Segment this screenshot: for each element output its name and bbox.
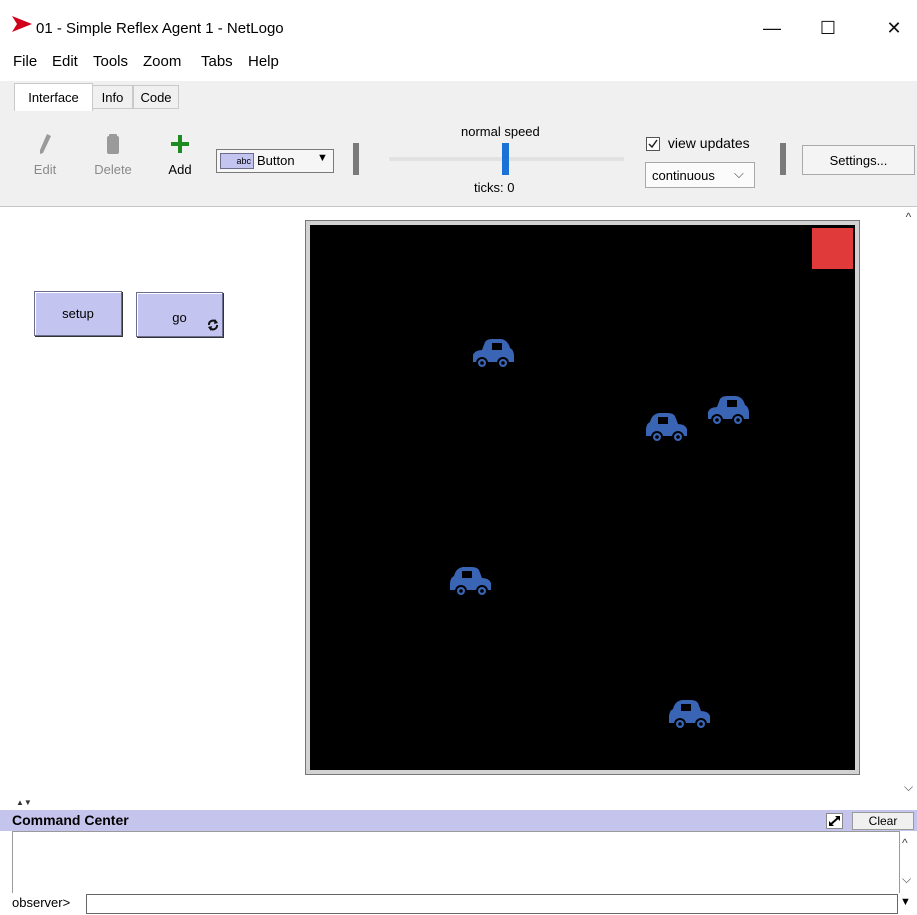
minimize-icon: — [763,17,781,38]
chevron-down-icon: ⌵ [734,166,744,181]
car-turtle [669,700,710,730]
clear-button[interactable]: Clear [852,812,914,830]
tab-code[interactable]: Code [133,85,179,109]
add-tool-button[interactable]: Add [160,133,200,177]
command-center-header [0,810,917,831]
speed-label: normal speed [461,124,540,139]
delete-label: Delete [94,162,132,177]
red-patch [812,228,853,269]
plus-icon [171,135,189,153]
chevron-down-icon: ▼ [317,152,328,164]
add-label: Add [168,162,192,177]
speed-slider-thumb[interactable] [502,143,509,175]
world-view[interactable] [310,225,855,770]
menu-edit[interactable]: Edit [52,53,78,70]
scroll-up-icon[interactable]: ^ [900,210,917,228]
split-arrows-icon[interactable]: ▲▼ [16,798,32,807]
observer-prompt[interactable]: observer> [12,895,70,910]
trash-icon [107,134,119,154]
netlogo-logo-icon [12,16,32,32]
command-center-title: Command Center [12,812,129,828]
go-label: go [172,310,187,325]
menu-help[interactable]: Help [248,53,279,70]
split-pane-divider[interactable]: ▲▼ [0,798,917,810]
checkbox-checked-icon[interactable] [646,137,660,152]
close-icon: ✕ [886,17,902,38]
scroll-up-icon[interactable]: ^ [902,836,908,850]
car-turtle [450,567,491,597]
view-updates-checkbox[interactable]: view updates [646,135,750,152]
toolbar-separator [353,143,359,175]
minimize-button[interactable]: — [752,8,792,48]
update-mode-value: continuous [652,168,715,183]
tab-info[interactable]: Info [92,85,133,109]
settings-button[interactable]: Settings... [802,145,915,175]
menu-tabs[interactable]: Tabs [201,53,233,70]
maximize-button[interactable]: ☐ [808,8,848,48]
go-button[interactable]: go [136,292,223,337]
edit-label: Edit [33,162,57,177]
view-updates-label: view updates [667,135,750,151]
toolbar-separator [780,143,786,175]
delete-tool-button[interactable]: Delete [88,133,138,177]
menu-zoom[interactable]: Zoom [143,53,181,70]
expand-arrows-icon[interactable] [826,813,843,829]
history-dropdown-icon[interactable]: ▼ [900,896,911,908]
widget-type-value: Button [257,153,295,168]
tab-interface[interactable]: Interface [14,83,93,111]
edit-tool-button[interactable]: Edit [25,133,65,177]
tab-strip: Interface Info Code [0,81,917,111]
window-title: 01 - Simple Reflex Agent 1 - NetLogo [36,20,284,37]
setup-label: setup [62,306,94,321]
close-button[interactable]: ✕ [874,8,914,48]
setup-button[interactable]: setup [34,291,122,336]
maximize-icon: ☐ [819,17,837,38]
car-turtle [708,396,749,426]
car-turtle [473,339,514,369]
widget-type-select[interactable]: abc Button ▼ [216,149,334,173]
ticks-counter: ticks: 0 [474,180,515,195]
menu-tools[interactable]: Tools [93,53,128,70]
scroll-down-icon[interactable]: ⌵ [900,780,917,798]
update-mode-select[interactable]: continuous ⌵ [645,162,755,188]
pencil-icon [40,134,51,154]
command-output [12,831,900,893]
scroll-down-icon[interactable]: ⌵ [902,872,911,887]
button-widget-icon: abc [220,153,254,169]
forever-arrows-icon [208,319,218,331]
command-input[interactable] [86,894,898,914]
car-turtle [646,413,687,443]
menu-file[interactable]: File [13,53,37,70]
